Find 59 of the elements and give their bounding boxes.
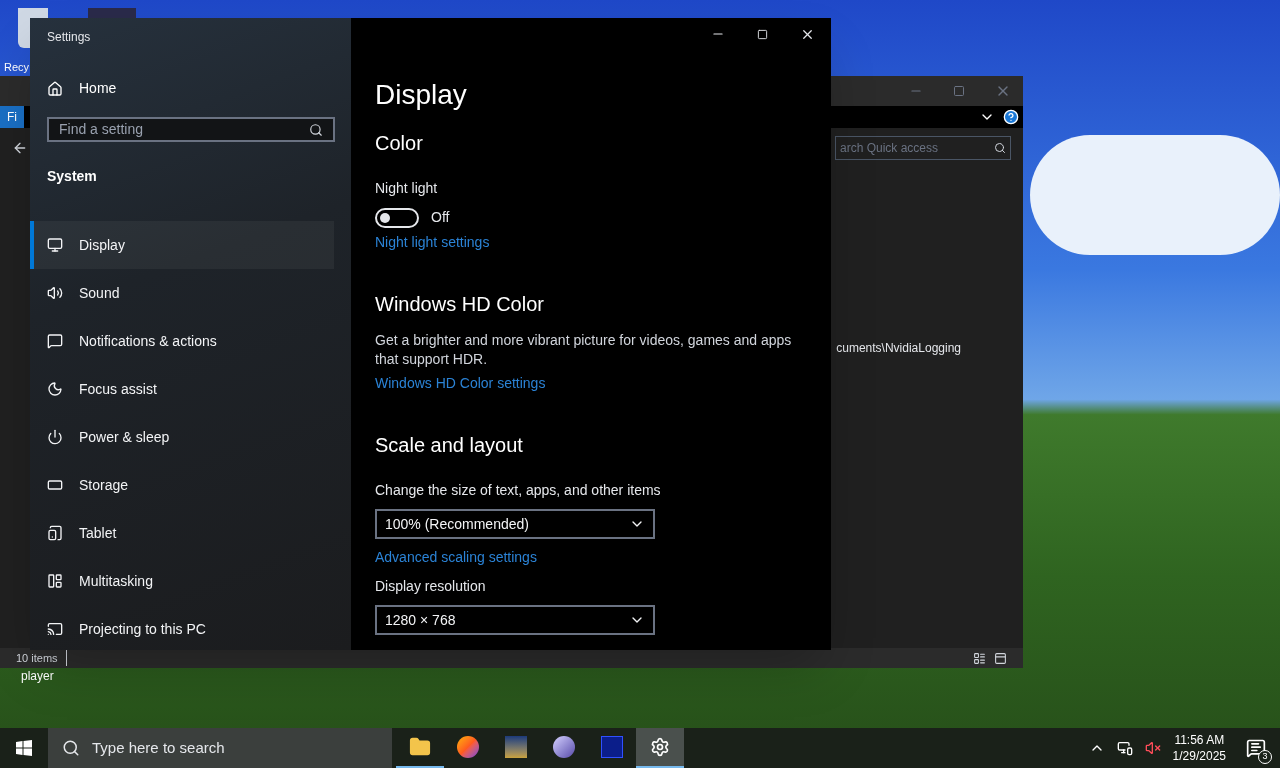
nav-icon [47, 525, 63, 541]
notification-badge: 3 [1258, 750, 1272, 764]
gear-icon [650, 737, 670, 757]
nav-icon [47, 237, 63, 253]
nav-item[interactable]: Sound [30, 269, 334, 317]
nav-icon [47, 573, 63, 589]
back-arrow-icon[interactable] [12, 140, 28, 156]
nav-item[interactable]: Focus assist [30, 365, 334, 413]
ribbon-tab[interactable]: Fi [0, 106, 24, 128]
nav-icon [47, 621, 63, 637]
nav-icon [47, 429, 63, 445]
section-heading: Windows HD Color [375, 292, 545, 317]
desktop-icon-label[interactable]: player [21, 667, 54, 685]
nav-icon [47, 285, 63, 301]
nav-item[interactable]: Multitasking [30, 557, 334, 605]
nav-icon [47, 381, 63, 397]
setting-label: Night light [375, 179, 439, 198]
nav-item[interactable]: Display [30, 221, 334, 269]
settings-link[interactable]: Night light settings [375, 232, 490, 253]
taskbar-search-field[interactable]: Type here to search [48, 728, 392, 768]
file-path: cuments\NvidiaLogging [836, 340, 961, 357]
toggle-state: Off [431, 208, 450, 227]
search-field[interactable]: Find a setting [47, 117, 335, 142]
search-icon [994, 142, 1006, 154]
taskbar-app-button[interactable] [636, 728, 684, 768]
toggle-switch[interactable] [375, 207, 419, 228]
description-text: Get a brighter and more vibrant picture for videos, games and apps that support HDR. [375, 331, 793, 369]
tiles-view-icon[interactable] [994, 651, 1007, 665]
nav-icon [47, 477, 63, 493]
section-heading: Color [375, 131, 424, 156]
settings-link[interactable]: Windows HD Color settings [375, 373, 546, 394]
dropdown[interactable]: 100% (Recommended) [375, 509, 655, 539]
desktop-icon-label[interactable]: Recy [4, 59, 30, 76]
nav-item[interactable]: Tablet [30, 509, 334, 557]
search-icon [62, 739, 80, 757]
nav-item[interactable]: Notifications & actions [30, 317, 334, 365]
nav-item[interactable]: Storage [30, 461, 334, 509]
help-icon[interactable] [1003, 109, 1019, 125]
setting-label: Display resolution [375, 577, 487, 596]
page-title: Display [375, 78, 468, 112]
section-title: System [47, 167, 98, 186]
nav-item[interactable]: Power & sleep [30, 413, 334, 461]
setting-label: Change the size of text, apps, and other items [375, 481, 662, 500]
section-heading: Scale and layout [375, 433, 524, 458]
folder-icon [409, 736, 431, 758]
clock-time[interactable]: 11:56 AM [1174, 732, 1225, 748]
window-title: Settings [47, 29, 92, 46]
windows-logo-icon [16, 740, 32, 756]
app-icon [601, 736, 623, 758]
search-icon [309, 122, 323, 137]
nav-icon [47, 333, 63, 349]
notification-icon[interactable] [1246, 738, 1266, 758]
settings-link[interactable]: Advanced scaling settings [375, 547, 537, 568]
muted-speaker-icon[interactable] [1144, 740, 1161, 756]
details-view-icon[interactable] [973, 651, 986, 665]
home-nav-item[interactable]: Home [47, 78, 334, 99]
home-icon [47, 80, 63, 97]
clock-date[interactable]: 1/29/2025 [1172, 748, 1226, 764]
dropdown[interactable]: 1280 × 768 [375, 605, 655, 635]
